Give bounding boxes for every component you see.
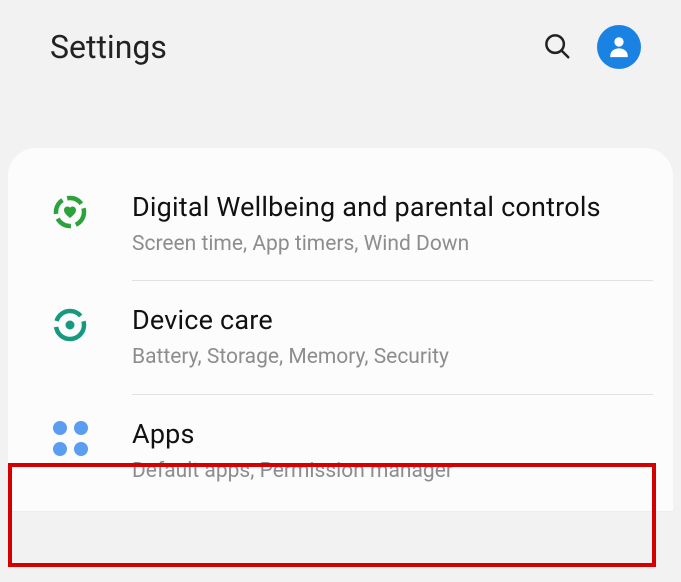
device-care-icon (48, 303, 92, 347)
row-digital-wellbeing[interactable]: Digital Wellbeing and parental controls … (8, 168, 673, 280)
apps-icon (48, 417, 92, 461)
account-button[interactable] (597, 25, 641, 69)
settings-card: Digital Wellbeing and parental controls … (8, 148, 673, 511)
person-icon (605, 32, 633, 63)
row-apps[interactable]: Apps Default apps, Permission manager (8, 395, 673, 507)
wellbeing-icon (48, 190, 92, 234)
row-title: Digital Wellbeing and parental controls (132, 190, 645, 225)
search-button[interactable] (535, 25, 579, 69)
row-text: Device care Battery, Storage, Memory, Se… (132, 303, 653, 371)
row-device-care[interactable]: Device care Battery, Storage, Memory, Se… (8, 281, 673, 393)
page-title: Settings (50, 28, 167, 66)
row-subtitle: Screen time, App timers, Wind Down (132, 231, 645, 258)
search-icon (542, 31, 572, 64)
row-title: Apps (132, 417, 645, 452)
row-subtitle: Battery, Storage, Memory, Security (132, 344, 645, 371)
header-actions (535, 25, 641, 69)
settings-header: Settings (0, 0, 681, 80)
row-text: Apps Default apps, Permission manager (132, 417, 653, 485)
row-text: Digital Wellbeing and parental controls … (132, 190, 653, 258)
row-title: Device care (132, 303, 645, 338)
row-subtitle: Default apps, Permission manager (132, 458, 645, 485)
